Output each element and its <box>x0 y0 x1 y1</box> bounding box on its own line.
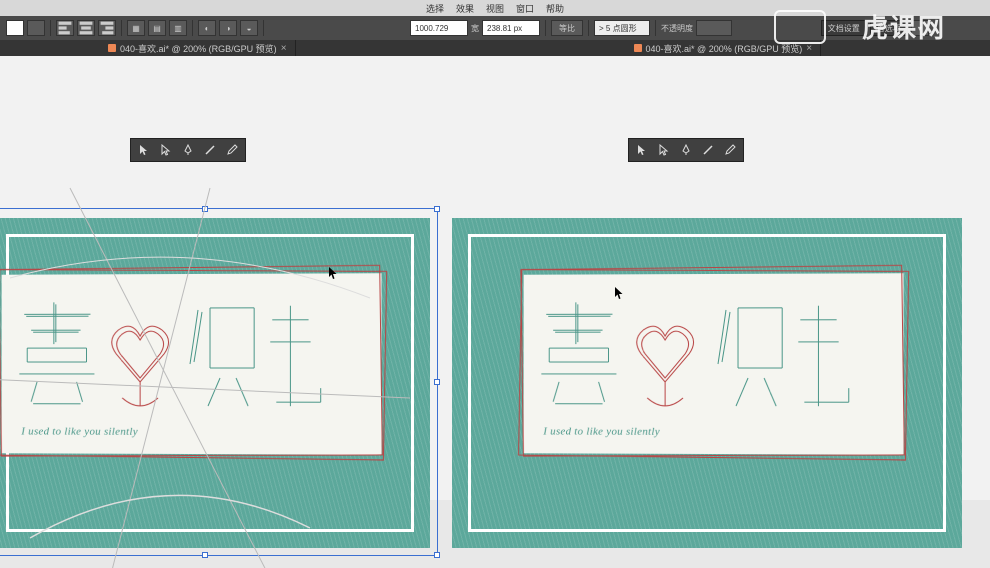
artwork-left-view[interactable]: I used to like you silently <box>0 218 430 548</box>
artwork-card: I used to like you silently <box>524 273 904 455</box>
tool-icon[interactable]: ◒ <box>240 20 258 36</box>
tool-icon[interactable]: ◑ <box>219 20 237 36</box>
opacity-dropdown[interactable] <box>696 20 732 36</box>
align-left-icon[interactable] <box>56 20 74 36</box>
options-bar: ▦ ▤ ▥ ◐ ◑ ◒ 1000.729 宽 238.81 px 等比 > 5 … <box>0 16 990 40</box>
separator <box>50 20 51 36</box>
prefs-button[interactable]: 首选项 <box>870 20 908 36</box>
pencil-tool-icon[interactable] <box>225 143 239 157</box>
selection-handle[interactable] <box>434 379 440 385</box>
floating-toolbar-right[interactable] <box>628 138 744 162</box>
separator <box>121 20 122 36</box>
app-menu-bar: 选择 效果 视图 窗口 帮助 <box>0 0 990 16</box>
canvas-workspace[interactable]: I used to like you silently <box>0 56 990 500</box>
pen-tool-icon[interactable] <box>679 143 693 157</box>
tab-label: 040-喜欢.ai* @ 200% (RGB/GPU 预览) <box>120 42 277 55</box>
dropdown-icon[interactable]: ▾ <box>911 20 929 36</box>
artwork-right-view[interactable]: I used to like you silently <box>452 218 962 548</box>
separator <box>263 20 264 36</box>
direct-select-icon[interactable] <box>657 143 671 157</box>
separator <box>545 20 546 36</box>
doc-setup-button[interactable]: 文档设置 <box>821 20 867 36</box>
tool-icon[interactable]: ▥ <box>169 20 187 36</box>
pen-tool-icon[interactable] <box>181 143 195 157</box>
artwork-characters <box>19 302 328 413</box>
separator <box>655 20 656 36</box>
document-tab-left[interactable]: 040-喜欢.ai* @ 200% (RGB/GPU 预览) × <box>100 40 296 56</box>
menu-help[interactable]: 帮助 <box>546 2 564 15</box>
selection-handle[interactable] <box>202 552 208 558</box>
tool-icon[interactable]: ▦ <box>127 20 145 36</box>
artwork-card: I used to like you silently <box>2 273 382 455</box>
menu-effect[interactable]: 效果 <box>456 2 474 15</box>
x-coord-field[interactable]: 1000.729 <box>410 20 468 36</box>
opacity-label: 不透明度 <box>661 23 693 34</box>
artwork-background: I used to like you silently <box>452 218 962 548</box>
menu-window[interactable]: 窗口 <box>516 2 534 15</box>
selection-handle[interactable] <box>434 552 440 558</box>
brush-tool-icon[interactable] <box>701 143 715 157</box>
fill-swatch[interactable] <box>6 20 24 36</box>
align-center-icon[interactable] <box>77 20 95 36</box>
selection-handle[interactable] <box>202 206 208 212</box>
tab-label: 040-喜欢.ai* @ 200% (RGB/GPU 预览) <box>646 42 803 55</box>
width-label: 宽 <box>471 23 479 34</box>
brush-field[interactable]: > 5 点圆形 <box>594 20 650 36</box>
artwork-subtitle: I used to like you silently <box>543 426 660 438</box>
selection-tool-icon[interactable] <box>635 143 649 157</box>
menu-view[interactable]: 视图 <box>486 2 504 15</box>
tool-icon[interactable]: ▤ <box>148 20 166 36</box>
separator <box>588 20 589 36</box>
pencil-tool-icon[interactable] <box>723 143 737 157</box>
document-tabs: 040-喜欢.ai* @ 200% (RGB/GPU 预览) × 040-喜欢.… <box>0 40 990 56</box>
width-field[interactable]: 238.81 px <box>482 20 540 36</box>
artwork-characters <box>541 302 871 413</box>
close-icon[interactable]: × <box>281 43 287 54</box>
selection-handle[interactable] <box>434 206 440 212</box>
brush-tool-icon[interactable] <box>203 143 217 157</box>
align-right-icon[interactable] <box>98 20 116 36</box>
separator <box>192 20 193 36</box>
align-mode-button[interactable]: 等比 <box>551 20 583 36</box>
file-icon <box>634 44 642 52</box>
document-tab-right[interactable]: 040-喜欢.ai* @ 200% (RGB/GPU 预览) × <box>626 40 822 56</box>
menu-select[interactable]: 选择 <box>426 2 444 15</box>
selection-tool-icon[interactable] <box>137 143 151 157</box>
direct-select-icon[interactable] <box>159 143 173 157</box>
tool-icon[interactable]: ◐ <box>198 20 216 36</box>
artwork-background: I used to like you silently <box>0 218 430 548</box>
close-icon[interactable]: × <box>806 43 812 54</box>
floating-toolbar-left[interactable] <box>130 138 246 162</box>
stroke-swatch[interactable] <box>27 20 45 36</box>
artwork-subtitle: I used to like you silently <box>21 426 138 438</box>
file-icon <box>108 44 116 52</box>
